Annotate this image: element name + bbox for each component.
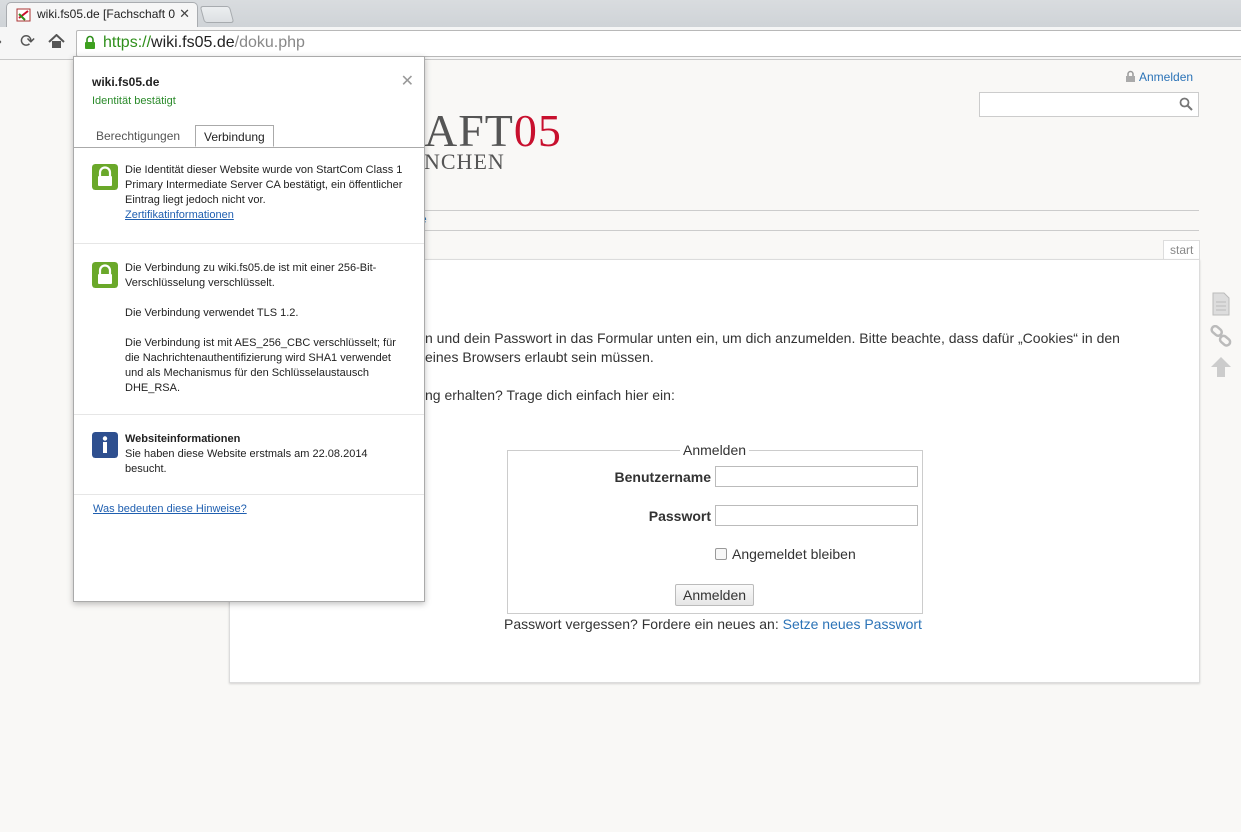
remember-label[interactable]: Angemeldet bleiben <box>732 546 856 562</box>
password-label: Passwort <box>648 508 711 524</box>
reload-icon[interactable]: ⟳ <box>20 31 35 52</box>
forward-icon[interactable]: › <box>0 31 2 52</box>
remember-checkbox[interactable] <box>715 548 727 560</box>
tab-title: wiki.fs05.de [Fachschaft 05 <box>37 7 175 21</box>
tab-connection[interactable]: Verbindung <box>195 125 274 147</box>
intro-text: n und dein Passwort in das Formular unte… <box>425 330 1120 346</box>
login-form: Anmelden Benutzername Passwort Angemelde… <box>507 442 923 614</box>
info-text: Sie haben diese Website erstmals am 22.0… <box>125 448 368 475</box>
tab-strip: wiki.fs05.de [Fachschaft 05 ✕ <box>0 0 1241 28</box>
login-link[interactable]: Anmelden <box>1125 70 1193 84</box>
cipher-text: Die Verbindung ist mit AES_256_CBC versc… <box>125 337 396 394</box>
browser-tab[interactable]: wiki.fs05.de [Fachschaft 05 ✕ <box>6 2 198 28</box>
help-link[interactable]: Was bedeuten diese Hinweise? <box>93 502 378 517</box>
search-icon[interactable] <box>1179 97 1193 111</box>
intro-text: eines Browsers erlaubt sein müssen. <box>425 349 654 365</box>
form-legend: Anmelden <box>680 442 750 458</box>
tab-divider <box>74 147 424 148</box>
lock-icon[interactable] <box>84 35 96 50</box>
new-tab-button[interactable] <box>199 6 235 23</box>
site-info-section: Websiteinformationen Sie haben diese Web… <box>74 414 424 495</box>
tab-close-icon[interactable]: ✕ <box>179 6 190 22</box>
document-icon[interactable] <box>1210 292 1232 316</box>
help-section: Was bedeuten diese Hinweise? <box>74 494 424 555</box>
identity-section: Die Identität dieser Website wurde von S… <box>74 150 424 242</box>
info-icon <box>92 432 118 458</box>
backlinks-icon[interactable] <box>1210 325 1232 347</box>
address-bar[interactable]: https://wiki.fs05.de/doku.php <box>76 30 1241 57</box>
popup-site-name: wiki.fs05.de <box>92 75 160 89</box>
lock-icon <box>92 164 118 190</box>
info-title: Websiteinformationen <box>125 433 241 445</box>
identity-text: Die Identität dieser Website wurde von S… <box>125 164 403 206</box>
username-label: Benutzername <box>614 469 711 485</box>
back-to-top-icon[interactable] <box>1210 356 1232 378</box>
identity-status: Identität bestätigt <box>92 95 176 107</box>
favicon-icon <box>16 8 31 22</box>
page-tools <box>1210 292 1234 378</box>
username-field[interactable] <box>715 466 918 487</box>
lock-icon <box>1126 70 1135 82</box>
tls-text: Die Verbindung verwendet TLS 1.2. <box>125 307 299 319</box>
close-icon[interactable]: ✕ <box>401 71 414 91</box>
home-icon[interactable] <box>48 34 65 49</box>
certificate-info-link[interactable]: Zertifikatinformationen <box>125 209 234 221</box>
login-button[interactable]: Anmelden <box>675 584 755 606</box>
site-info-popup: wiki.fs05.de Identität bestätigt ✕ Berec… <box>73 56 425 602</box>
reset-password-link[interactable]: Setze neues Passwort <box>783 616 922 632</box>
search-input[interactable] <box>979 92 1199 117</box>
url-text[interactable]: https://wiki.fs05.de/doku.php <box>103 34 305 52</box>
encryption-text: Die Verbindung zu wiki.fs05.de ist mit e… <box>125 262 377 289</box>
register-text: ng erhalten? Trage dich einfach hier ein… <box>425 387 675 403</box>
connection-section: Die Verbindung zu wiki.fs05.de ist mit e… <box>74 243 424 414</box>
tab-permissions[interactable]: Berechtigungen <box>88 125 188 147</box>
lock-icon <box>92 262 118 288</box>
password-field[interactable] <box>715 505 918 526</box>
page-id-tab[interactable]: start <box>1163 240 1201 259</box>
forgot-password-text: Passwort vergessen? Fordere ein neues an… <box>504 616 922 632</box>
